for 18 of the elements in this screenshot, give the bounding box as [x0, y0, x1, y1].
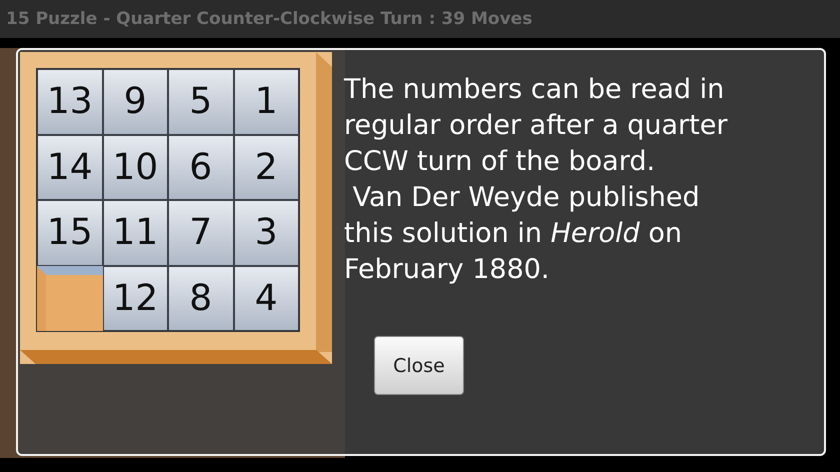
close-button[interactable]: Close [374, 336, 464, 395]
puzzle-tile[interactable]: 7 [168, 200, 234, 266]
puzzle-tile[interactable]: 5 [168, 69, 234, 134]
puzzle-tile[interactable]: 2 [234, 134, 299, 200]
puzzle-tile[interactable]: 3 [234, 200, 299, 266]
window-title: 15 Puzzle - Quarter Counter-Clockwise Turn : 39 Moves [6, 9, 532, 29]
puzzle-tile[interactable]: 10 [102, 134, 168, 200]
puzzle-tile[interactable]: 11 [102, 200, 168, 266]
puzzle-tile[interactable]: 4 [234, 266, 299, 331]
puzzle-tile[interactable]: 9 [102, 69, 168, 134]
puzzle-tile[interactable]: 13 [37, 69, 102, 134]
puzzle-tile[interactable]: 8 [168, 266, 234, 331]
puzzle-tile[interactable]: 15 [37, 200, 102, 266]
puzzle-tile[interactable]: 6 [168, 134, 234, 200]
message-text: The numbers can be read in regular order after a quarter CCW turn of the board. Van Der Weyde published this solution in Herold on February 1880. [344, 73, 728, 287]
puzzle-tile[interactable]: 14 [37, 134, 102, 200]
puzzle-tile[interactable]: 12 [102, 266, 168, 331]
puzzle-tile[interactable]: 1 [234, 69, 299, 134]
